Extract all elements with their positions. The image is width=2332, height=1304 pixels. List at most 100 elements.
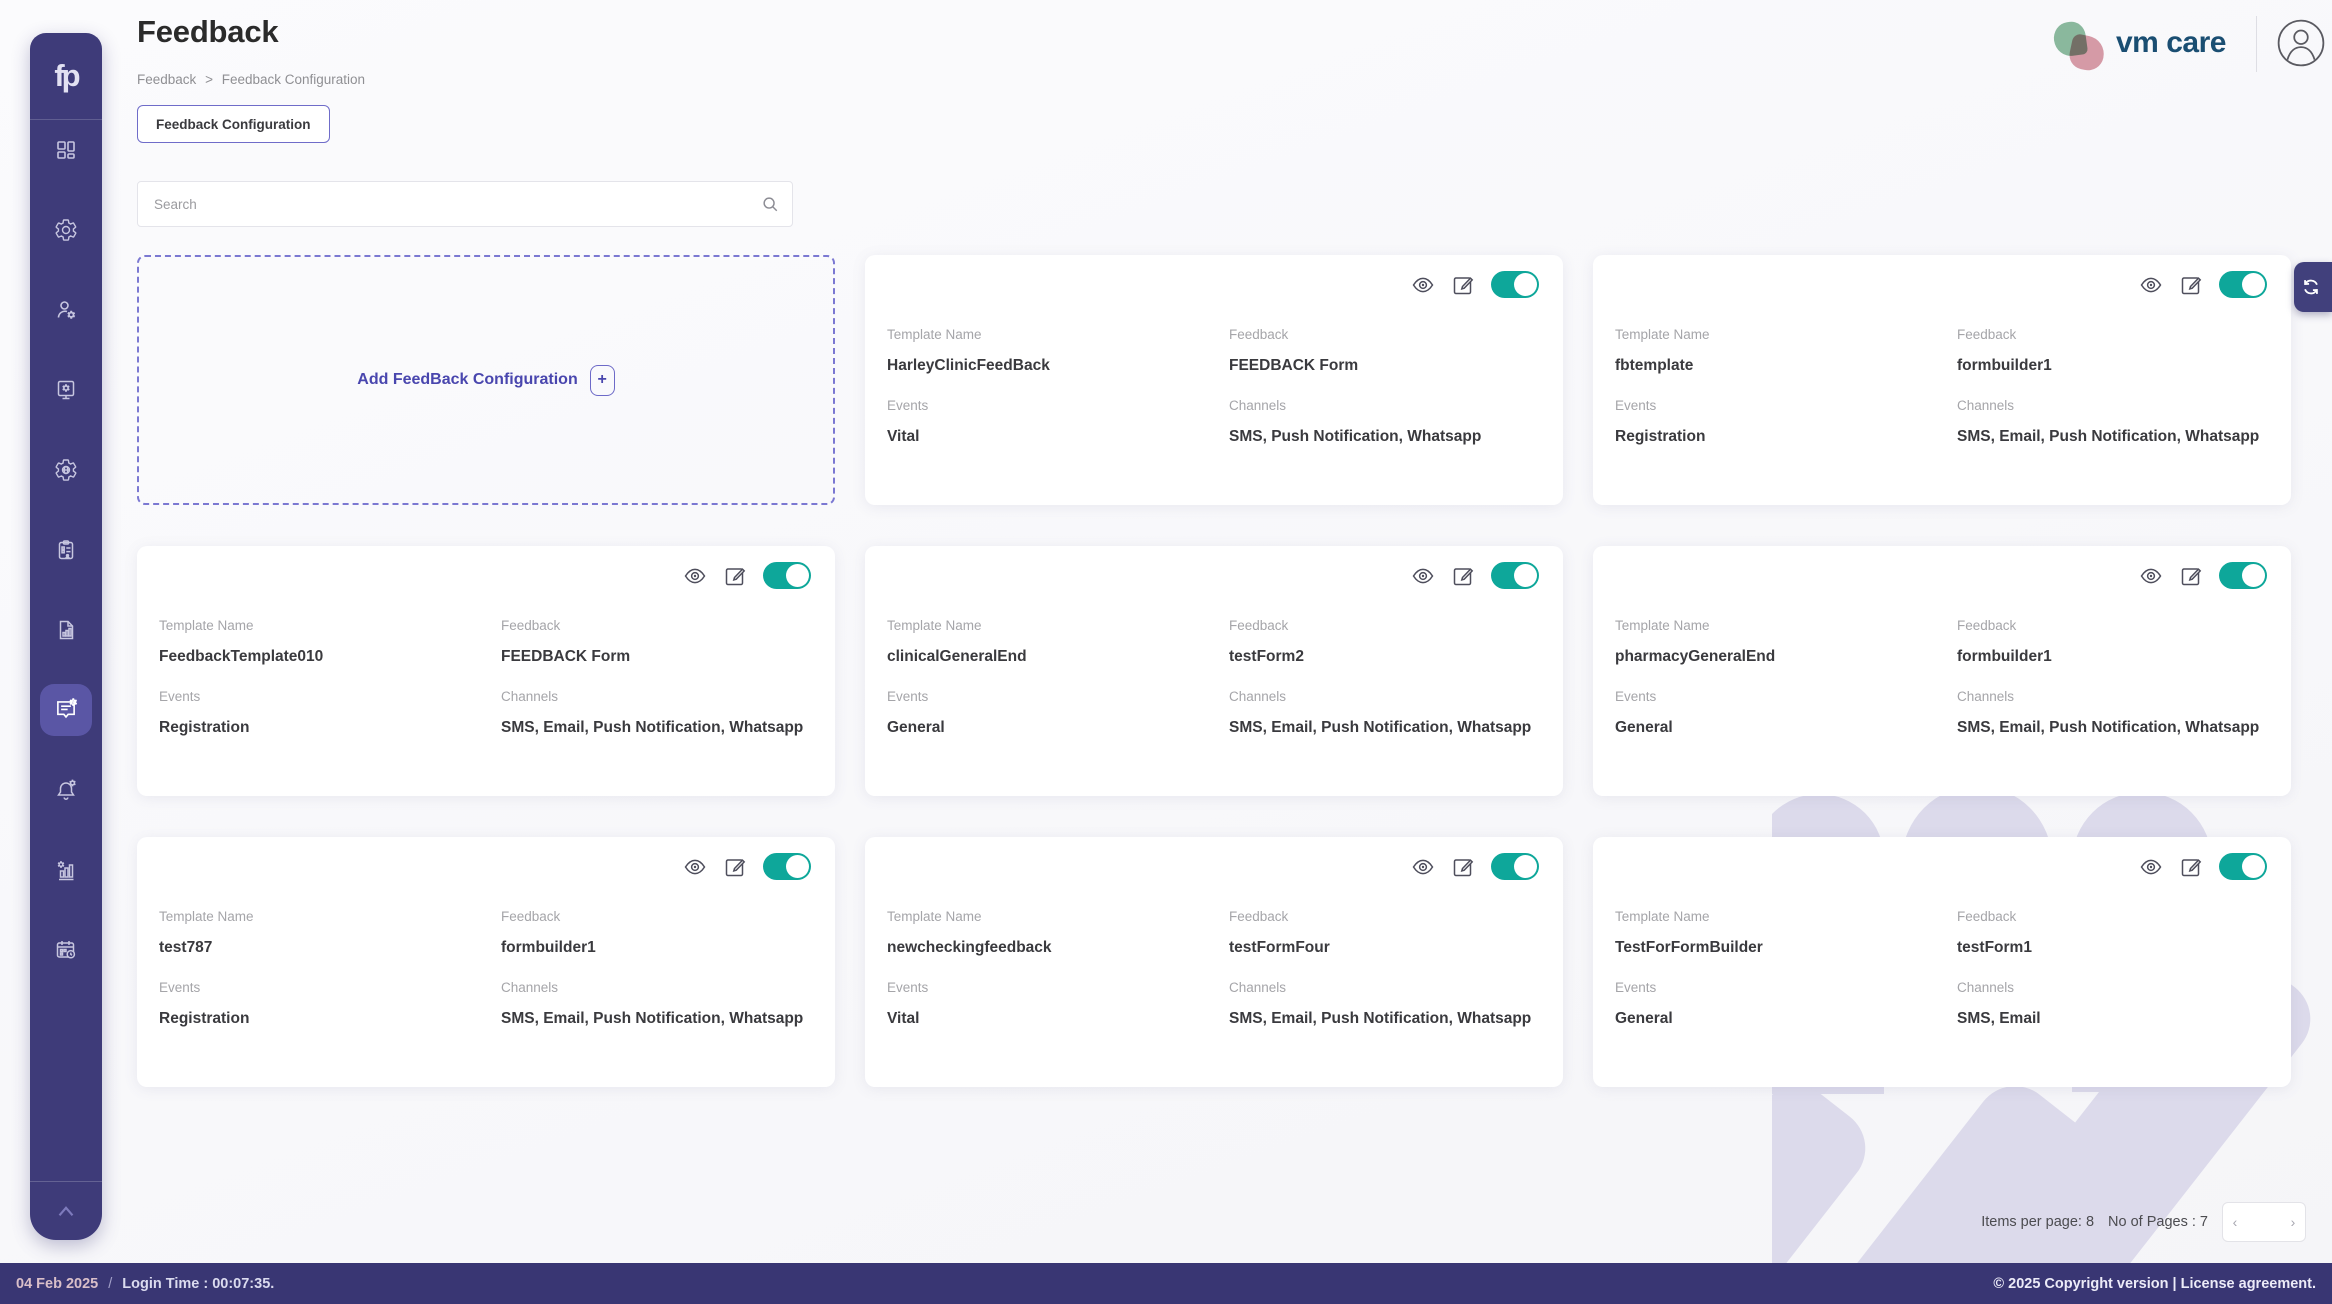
channels-label: Channels xyxy=(1229,980,1541,996)
enabled-toggle[interactable] xyxy=(1491,562,1539,589)
edit-button[interactable] xyxy=(2179,273,2203,297)
sidebar-item-settings[interactable] xyxy=(44,208,88,252)
eye-icon xyxy=(2139,273,2163,297)
tab-feedback-configuration[interactable]: Feedback Configuration xyxy=(137,105,330,143)
view-button[interactable] xyxy=(2139,564,2163,588)
enabled-toggle[interactable] xyxy=(763,853,811,880)
events-label: Events xyxy=(887,980,1229,996)
sync-button[interactable] xyxy=(2294,262,2332,312)
feedback-card: Template Name test787 Feedback formbuild… xyxy=(137,837,835,1087)
view-button[interactable] xyxy=(683,564,707,588)
prev-page-button[interactable]: ‹ xyxy=(2223,1203,2247,1241)
channels-value: SMS, Email, Push Notification, Whatsapp xyxy=(501,1004,813,1033)
enabled-toggle[interactable] xyxy=(2219,562,2267,589)
enabled-toggle[interactable] xyxy=(1491,271,1539,298)
watermark-shape xyxy=(1772,1070,1881,1264)
items-per-page-label: Items per page: 8 xyxy=(1981,1214,2094,1230)
calendar-clock-icon xyxy=(54,938,78,962)
feedback-value: formbuilder1 xyxy=(1957,351,2269,380)
view-button[interactable] xyxy=(683,855,707,879)
card-body: Template Name clinicalGeneralEnd Feedbac… xyxy=(887,618,1541,742)
eye-icon xyxy=(1411,273,1435,297)
channels-field: Channels SMS, Email, Push Notification, … xyxy=(1957,689,2269,742)
footer-login-time: Login Time : 00:07:35. xyxy=(122,1276,274,1292)
edit-button[interactable] xyxy=(1451,273,1475,297)
toggle-knob xyxy=(786,564,809,587)
channels-field: Channels SMS, Email xyxy=(1957,980,2269,1033)
view-button[interactable] xyxy=(1411,855,1435,879)
sidebar-item-scheduler[interactable] xyxy=(44,928,88,972)
edit-button[interactable] xyxy=(1451,564,1475,588)
sidebar-item-reports[interactable] xyxy=(44,608,88,652)
enabled-toggle[interactable] xyxy=(2219,853,2267,880)
template-name-value: test787 xyxy=(159,933,501,962)
page: fp xyxy=(0,0,2332,1304)
template-name-field: Template Name FeedbackTemplate010 xyxy=(159,618,501,671)
events-field: Events General xyxy=(1615,980,1957,1033)
sidebar-bottom-divider xyxy=(30,1181,102,1182)
edit-button[interactable] xyxy=(2179,564,2203,588)
app-logo[interactable]: fp xyxy=(30,33,102,119)
channels-label: Channels xyxy=(1957,689,2269,705)
view-button[interactable] xyxy=(1411,273,1435,297)
feedback-value: testForm2 xyxy=(1229,642,1541,671)
channels-field: Channels SMS, Email, Push Notification, … xyxy=(1957,398,2269,451)
edit-button[interactable] xyxy=(2179,855,2203,879)
events-field: Events Registration xyxy=(1615,398,1957,451)
view-button[interactable] xyxy=(2139,855,2163,879)
sidebar-collapse-button[interactable] xyxy=(46,1196,86,1226)
feedback-field: Feedback FEEDBACK Form xyxy=(501,618,813,671)
add-feedback-configuration-button[interactable]: Add FeedBack Configuration + xyxy=(137,255,835,505)
sidebar-item-dashboard[interactable] xyxy=(44,128,88,172)
feedback-value: formbuilder1 xyxy=(501,933,813,962)
edit-icon xyxy=(1451,273,1475,297)
user-settings-icon xyxy=(54,298,78,322)
channels-label: Channels xyxy=(1957,398,2269,414)
card-actions xyxy=(1411,853,1539,880)
feedback-label: Feedback xyxy=(1957,618,2269,634)
feedback-card: Template Name clinicalGeneralEnd Feedbac… xyxy=(865,546,1563,796)
enabled-toggle[interactable] xyxy=(1491,853,1539,880)
search-input[interactable] xyxy=(137,181,793,227)
settings-gear-icon xyxy=(54,218,78,242)
sidebar-item-notification-settings[interactable] xyxy=(44,768,88,812)
user-avatar-button[interactable] xyxy=(2276,18,2326,68)
events-value: General xyxy=(1615,713,1957,742)
next-page-button[interactable]: › xyxy=(2281,1203,2305,1241)
sidebar-item-device-settings[interactable] xyxy=(44,368,88,412)
sidebar-item-feedback[interactable] xyxy=(40,684,92,736)
edit-button[interactable] xyxy=(723,564,747,588)
feedback-field: Feedback formbuilder1 xyxy=(1957,327,2269,380)
template-name-value: newcheckingfeedback xyxy=(887,933,1229,962)
footer-copyright[interactable]: © 2025 Copyright version | License agree… xyxy=(1993,1276,2316,1292)
feedback-value: formbuilder1 xyxy=(1957,642,2269,671)
current-page-button[interactable]: 1 xyxy=(2247,1203,2281,1241)
footer-bar: 04 Feb 2025 / Login Time : 00:07:35. © 2… xyxy=(0,1263,2332,1304)
edit-icon xyxy=(2179,855,2203,879)
events-label: Events xyxy=(1615,689,1957,705)
view-button[interactable] xyxy=(1411,564,1435,588)
sidebar-nav xyxy=(40,128,92,972)
template-name-label: Template Name xyxy=(887,909,1229,925)
enabled-toggle[interactable] xyxy=(2219,271,2267,298)
sidebar-item-user-settings[interactable] xyxy=(44,288,88,332)
edit-icon xyxy=(1451,855,1475,879)
feedback-settings-icon xyxy=(53,697,79,723)
toggle-knob xyxy=(1514,564,1537,587)
sidebar-item-patient-records[interactable] xyxy=(44,528,88,572)
edit-button[interactable] xyxy=(1451,855,1475,879)
edit-button[interactable] xyxy=(723,855,747,879)
sidebar-item-globe-settings[interactable] xyxy=(44,448,88,492)
enabled-toggle[interactable] xyxy=(763,562,811,589)
breadcrumb-feedback[interactable]: Feedback xyxy=(137,72,196,87)
eye-icon xyxy=(1411,855,1435,879)
breadcrumb-feedback-configuration: Feedback Configuration xyxy=(222,72,365,87)
search-icon xyxy=(761,195,779,213)
feedback-value: testFormFour xyxy=(1229,933,1541,962)
sidebar-item-analytics[interactable] xyxy=(44,848,88,892)
view-button[interactable] xyxy=(2139,273,2163,297)
channels-field: Channels SMS, Email, Push Notification, … xyxy=(1229,980,1541,1033)
card-actions xyxy=(683,853,811,880)
channels-label: Channels xyxy=(501,689,813,705)
events-value: Vital xyxy=(887,422,1229,451)
